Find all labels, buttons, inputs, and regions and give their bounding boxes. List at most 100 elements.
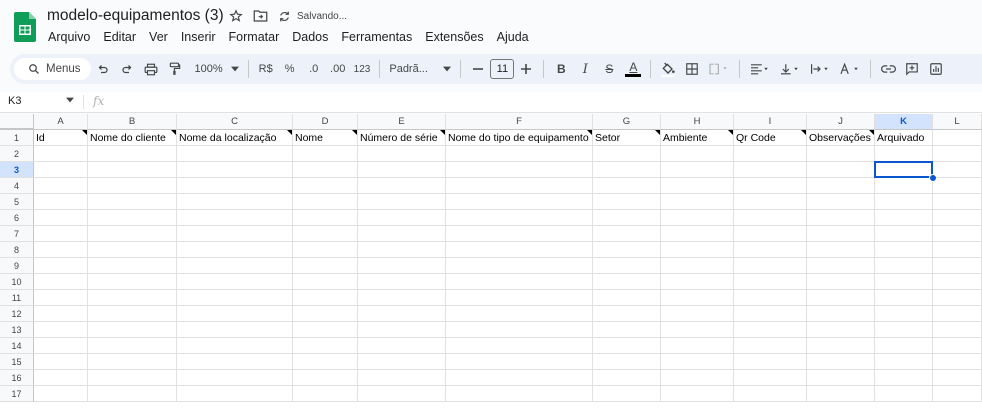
row-header-11[interactable]: 11 <box>0 290 34 306</box>
row-header-3[interactable]: 3 <box>0 162 34 178</box>
cell-c5[interactable] <box>177 194 293 210</box>
column-header-h[interactable]: H <box>661 114 734 130</box>
strikethrough-button[interactable]: S <box>601 58 617 80</box>
cell-l12[interactable] <box>933 306 982 322</box>
cell-k13[interactable] <box>875 322 933 338</box>
cell-d2[interactable] <box>293 146 358 162</box>
cell-d10[interactable] <box>293 274 358 290</box>
row-header-17[interactable]: 17 <box>0 386 34 402</box>
cell-g11[interactable] <box>593 290 661 306</box>
cell-i5[interactable] <box>734 194 807 210</box>
cell-j14[interactable] <box>807 338 875 354</box>
cell-e15[interactable] <box>358 354 446 370</box>
row-header-1[interactable]: 1 <box>0 130 34 146</box>
cell-f15[interactable] <box>446 354 593 370</box>
cell-j2[interactable] <box>807 146 875 162</box>
print-button[interactable] <box>143 58 159 80</box>
cell-j17[interactable] <box>807 386 875 402</box>
cell-i10[interactable] <box>734 274 807 290</box>
cell-h8[interactable] <box>661 242 734 258</box>
borders-button[interactable] <box>684 58 700 80</box>
cell-j10[interactable] <box>807 274 875 290</box>
cell-b11[interactable] <box>88 290 177 306</box>
cell-d15[interactable] <box>293 354 358 370</box>
cell-a17[interactable] <box>34 386 88 402</box>
cell-k6[interactable] <box>875 210 933 226</box>
cell-k7[interactable] <box>875 226 933 242</box>
menu-ferramentas[interactable]: Ferramentas <box>341 30 412 44</box>
cell-f1[interactable]: Nome do tipo de equipamento <box>446 130 593 146</box>
document-title[interactable]: modelo-equipamentos (3) <box>47 7 224 25</box>
cell-b14[interactable] <box>88 338 177 354</box>
cell-g15[interactable] <box>593 354 661 370</box>
cell-e7[interactable] <box>358 226 446 242</box>
cell-a4[interactable] <box>34 178 88 194</box>
cell-b1[interactable]: Nome do cliente <box>88 130 177 146</box>
cell-e16[interactable] <box>358 370 446 386</box>
cell-h11[interactable] <box>661 290 734 306</box>
cell-d9[interactable] <box>293 258 358 274</box>
cell-b17[interactable] <box>88 386 177 402</box>
cell-h1[interactable]: Ambiente <box>661 130 734 146</box>
cell-a3[interactable] <box>34 162 88 178</box>
row-header-14[interactable]: 14 <box>0 338 34 354</box>
cell-l14[interactable] <box>933 338 982 354</box>
insert-comment-button[interactable] <box>904 58 920 80</box>
cell-f8[interactable] <box>446 242 593 258</box>
cell-i2[interactable] <box>734 146 807 162</box>
menu-dados[interactable]: Dados <box>292 30 328 44</box>
cell-e8[interactable] <box>358 242 446 258</box>
cell-l4[interactable] <box>933 178 982 194</box>
cell-h17[interactable] <box>661 386 734 402</box>
decrease-decimal-button[interactable]: .0 <box>306 58 322 80</box>
cell-h7[interactable] <box>661 226 734 242</box>
cell-h15[interactable] <box>661 354 734 370</box>
cell-e3[interactable] <box>358 162 446 178</box>
increase-decimal-button[interactable]: .00 <box>330 58 346 80</box>
row-header-16[interactable]: 16 <box>0 370 34 386</box>
star-icon[interactable] <box>229 9 243 23</box>
cell-j12[interactable] <box>807 306 875 322</box>
cell-i15[interactable] <box>734 354 807 370</box>
number-format-button[interactable]: 123 <box>354 58 371 80</box>
cell-d17[interactable] <box>293 386 358 402</box>
cell-a1[interactable]: Id <box>34 130 88 146</box>
cell-b5[interactable] <box>88 194 177 210</box>
cell-i16[interactable] <box>734 370 807 386</box>
cell-l16[interactable] <box>933 370 982 386</box>
cell-l7[interactable] <box>933 226 982 242</box>
cell-h12[interactable] <box>661 306 734 322</box>
row-header-4[interactable]: 4 <box>0 178 34 194</box>
cell-i3[interactable] <box>734 162 807 178</box>
cell-l11[interactable] <box>933 290 982 306</box>
cell-a15[interactable] <box>34 354 88 370</box>
row-header-10[interactable]: 10 <box>0 274 34 290</box>
menu-extensoes[interactable]: Extensões <box>425 30 483 44</box>
cell-d12[interactable] <box>293 306 358 322</box>
cell-f16[interactable] <box>446 370 593 386</box>
cell-f12[interactable] <box>446 306 593 322</box>
row-header-13[interactable]: 13 <box>0 322 34 338</box>
cell-b13[interactable] <box>88 322 177 338</box>
column-header-j[interactable]: J <box>807 114 875 130</box>
cell-l1[interactable] <box>933 130 982 146</box>
cell-k4[interactable] <box>875 178 933 194</box>
cell-l3[interactable] <box>933 162 982 178</box>
cell-l2[interactable] <box>933 146 982 162</box>
cell-c11[interactable] <box>177 290 293 306</box>
column-header-a[interactable]: A <box>34 114 88 130</box>
cell-a12[interactable] <box>34 306 88 322</box>
cell-g9[interactable] <box>593 258 661 274</box>
cell-b4[interactable] <box>88 178 177 194</box>
cell-i14[interactable] <box>734 338 807 354</box>
column-header-i[interactable]: I <box>734 114 807 130</box>
cell-b2[interactable] <box>88 146 177 162</box>
cell-g14[interactable] <box>593 338 661 354</box>
cell-f17[interactable] <box>446 386 593 402</box>
cell-g12[interactable] <box>593 306 661 322</box>
cell-g13[interactable] <box>593 322 661 338</box>
cell-k8[interactable] <box>875 242 933 258</box>
cell-i1[interactable]: Qr Code <box>734 130 807 146</box>
cell-c12[interactable] <box>177 306 293 322</box>
cell-c8[interactable] <box>177 242 293 258</box>
